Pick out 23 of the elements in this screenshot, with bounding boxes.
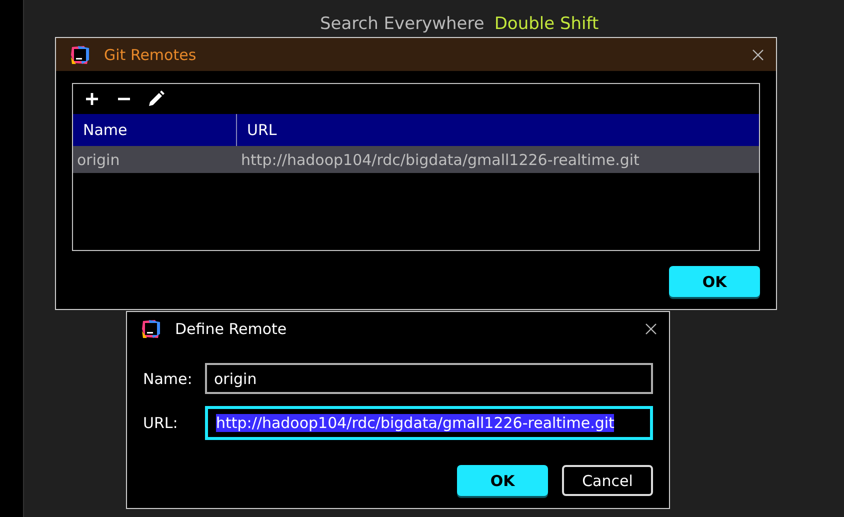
- dialog-title: Define Remote: [175, 320, 288, 338]
- shortcut-text: Double Shift: [494, 13, 599, 35]
- column-header[interactable]: URL: [237, 114, 759, 146]
- table-cell-text: http://hadoop104/rdc/bigdata/gmall1226-realtime.git: [240, 150, 640, 170]
- ok-button[interactable]: OK: [457, 465, 548, 496]
- field-label: Name:: [143, 370, 194, 388]
- add-icon[interactable]: [83, 90, 101, 108]
- ok-button[interactable]: OK: [669, 266, 760, 297]
- field-value: origin: [214, 370, 257, 388]
- pencil-icon[interactable]: [147, 90, 165, 108]
- cancel-button[interactable]: Cancel: [562, 465, 653, 496]
- table-cell-text: origin: [76, 150, 121, 170]
- dialog-title: Git Remotes: [104, 46, 198, 64]
- close-icon[interactable]: [643, 320, 659, 336]
- input-field[interactable]: origin: [205, 363, 653, 394]
- hint-text: Search Everywhere: [320, 13, 484, 35]
- close-icon[interactable]: [750, 46, 766, 62]
- app-logo-icon: [70, 44, 90, 64]
- table-row[interactable]: origin http://hadoop104/rdc/bigdata/gmall1226-realtime.git: [73, 146, 759, 173]
- field-value: http://hadoop104/rdc/bigdata/gmall1226-realtime.git: [216, 414, 614, 432]
- field-label: URL:: [143, 414, 179, 432]
- app-logo-icon: [141, 318, 161, 338]
- input-field[interactable]: http://hadoop104/rdc/bigdata/gmall1226-realtime.git: [205, 406, 653, 440]
